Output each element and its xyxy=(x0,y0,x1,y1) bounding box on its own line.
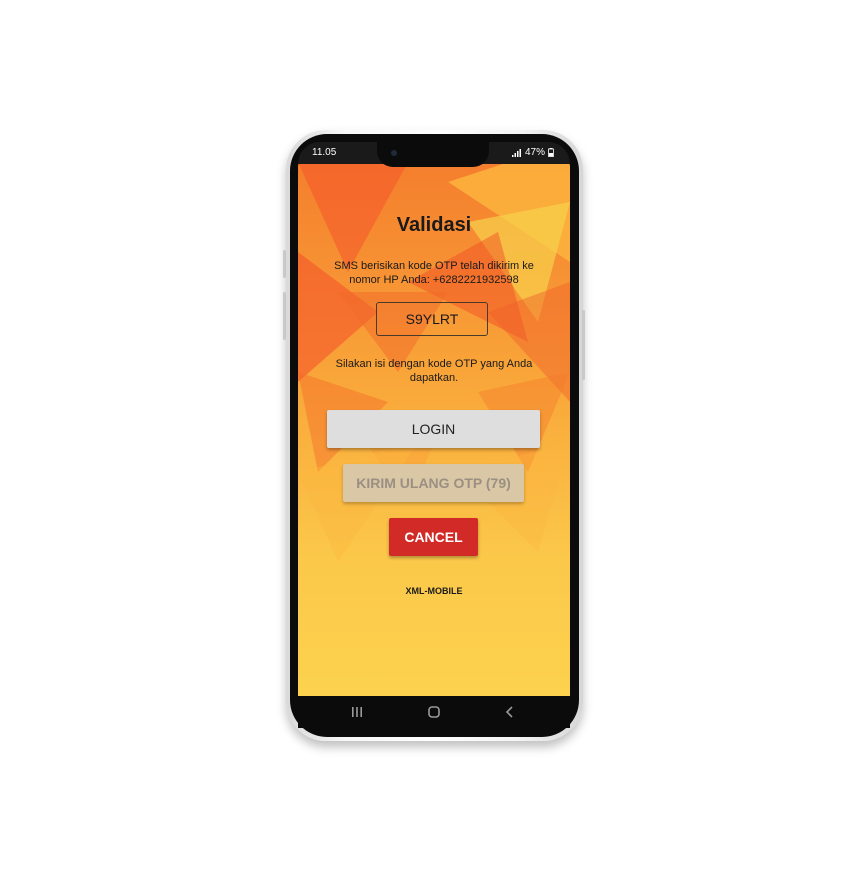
front-camera xyxy=(391,150,397,156)
login-button[interactable]: LOGIN xyxy=(327,410,540,448)
otp-input[interactable] xyxy=(376,302,488,336)
volume-down-button xyxy=(283,292,286,340)
volume-up-button xyxy=(283,250,286,278)
battery-icon xyxy=(548,148,554,157)
status-indicators: 47% xyxy=(511,147,554,158)
footer-brand: XML-MOBILE xyxy=(405,586,463,596)
signal-icon xyxy=(511,148,521,157)
recent-apps-icon[interactable] xyxy=(345,702,369,722)
battery-percent: 47% xyxy=(524,147,545,158)
cancel-button[interactable]: CANCEL xyxy=(389,518,478,556)
navigation-bar xyxy=(298,696,570,728)
status-time: 11.05 xyxy=(312,147,337,158)
power-button xyxy=(582,310,585,380)
screenshot-stage: 11.05 47% Validasi SMS berisikan kode OT… xyxy=(0,0,868,869)
instruction-text: Silakan isi dengan kode OTP yang Anda da… xyxy=(335,358,533,384)
resend-otp-button[interactable]: KIRIM ULANG OTP (79) xyxy=(343,464,524,502)
back-icon[interactable] xyxy=(498,702,522,722)
sms-info-text: SMS berisikan kode OTP telah dikirim ke … xyxy=(334,260,534,286)
page-title: Validasi xyxy=(396,214,472,236)
home-icon[interactable] xyxy=(422,702,446,722)
